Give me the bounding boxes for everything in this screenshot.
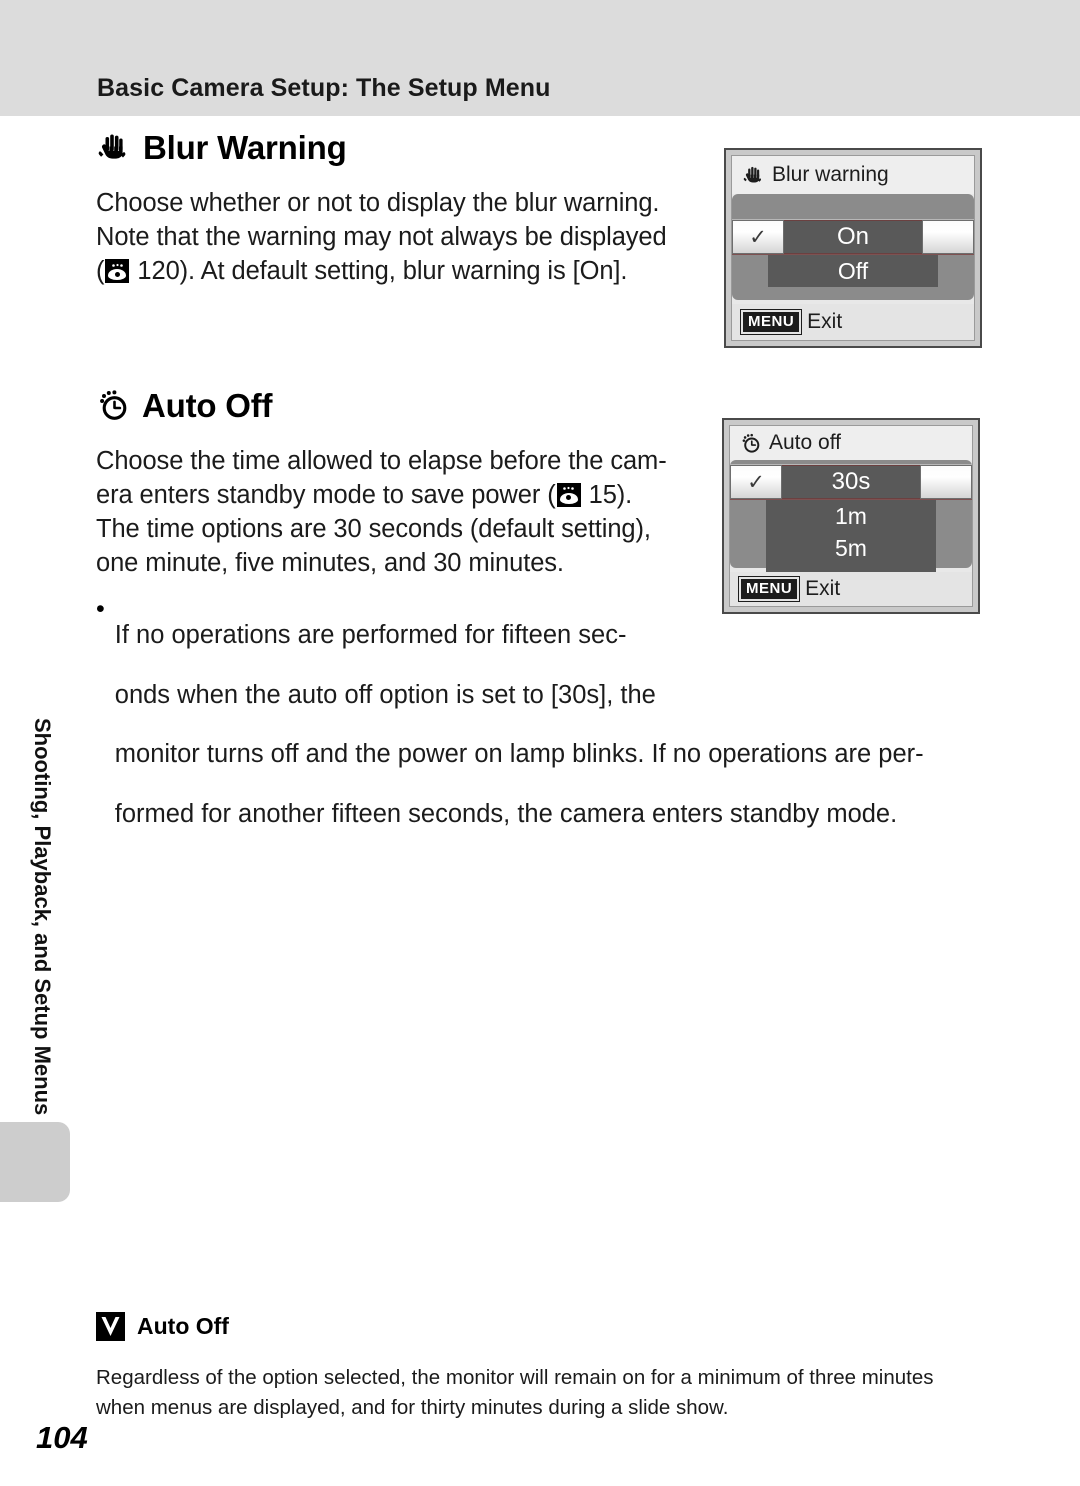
camera-screen-title: Blur warning xyxy=(772,163,889,186)
check-icon: ✓ xyxy=(747,470,765,494)
selection-right-cap xyxy=(920,465,972,499)
ref-open-paren: ( xyxy=(96,257,105,286)
option-label: Off xyxy=(768,255,938,287)
camera-screen-title: Auto off xyxy=(769,431,842,454)
option-label-selected: 30s xyxy=(782,465,920,499)
page-number: 104 xyxy=(36,1420,88,1455)
paragraph-line: Choose whether or not to display the blu… xyxy=(96,189,660,217)
exit-label: Exit xyxy=(805,577,841,600)
auto-off-bullet: • If no operations are performed for fif… xyxy=(96,592,946,856)
bullet-line: If no operations are performed for fifte… xyxy=(114,620,627,649)
bullet-line: formed for another fifteen seconds, the … xyxy=(114,800,898,829)
camera-screen-titlebar: Blur warning xyxy=(732,156,974,194)
blur-warning-paragraph: Choose whether or not to display the blu… xyxy=(96,186,706,289)
option-label: 5m xyxy=(766,532,936,564)
bullet-marker: • xyxy=(96,595,105,624)
camera-screen-blur-warning: Blur warning ✓ On Off MENU Exit xyxy=(724,148,982,348)
camera-screen-options-body: ✓ 30s 1m 5m 30m xyxy=(730,460,972,606)
camera-screen-inner: Auto off ✓ 30s 1m 5m 30m xyxy=(729,425,973,607)
hand-shake-icon xyxy=(96,130,130,164)
paragraph-line: Choose the time allowed to elapse before… xyxy=(96,446,667,475)
camera-screen-auto-off: Auto off ✓ 30s 1m 5m 30m xyxy=(722,418,980,614)
option-row[interactable]: 1m xyxy=(730,500,972,532)
paragraph-line: one minute, five minutes, and 30 minutes… xyxy=(96,549,564,578)
note-title: Auto Off xyxy=(96,1312,986,1341)
option-row[interactable]: Off xyxy=(732,255,974,287)
check-icon: ✓ xyxy=(749,225,767,249)
section-heading-auto-off: Auto Off xyxy=(96,389,986,422)
camera-screen-footer: MENU Exit xyxy=(730,572,972,606)
vertical-section-label: Shooting, Playback, and Setup Menus xyxy=(30,718,55,1116)
paragraph-line-tail: 120). At default setting, blur warning i… xyxy=(137,257,628,286)
option-label-selected: On xyxy=(784,220,922,254)
section-title-text: Auto Off xyxy=(142,386,273,424)
option-row[interactable]: 5m xyxy=(730,532,972,564)
camera-screen-titlebar: Auto off xyxy=(730,426,972,460)
note-title-text: Auto Off xyxy=(137,1313,229,1339)
selection-right-cap xyxy=(922,220,974,254)
eye-reference-icon xyxy=(105,259,130,284)
section-title-text: Blur Warning xyxy=(143,128,347,166)
camera-screen-options-body: ✓ On Off xyxy=(732,194,974,300)
paragraph-line-tail: 15). xyxy=(588,480,633,509)
camera-screen-inner: Blur warning ✓ On Off MENU Exit xyxy=(731,155,975,341)
note-line: Regardless of the option selected, the m… xyxy=(96,1366,934,1389)
option-row-selected[interactable]: ✓ 30s xyxy=(730,464,972,500)
auto-off-paragraph: Choose the time allowed to elapse before… xyxy=(96,444,706,581)
option-label: 1m xyxy=(766,500,936,532)
exit-label: Exit xyxy=(807,310,843,333)
note-body: Regardless of the option selected, the m… xyxy=(96,1363,986,1423)
paragraph-line-with-ref: ( 120). At default setting, blur warning… xyxy=(96,254,706,288)
bullet-text: If no operations are performed for fifte… xyxy=(115,592,946,856)
eye-reference-icon xyxy=(556,482,581,507)
clock-icon xyxy=(96,389,129,422)
menu-button-badge[interactable]: MENU xyxy=(741,310,802,334)
paragraph-line: The time options are 30 seconds (default… xyxy=(96,515,651,544)
caution-check-icon xyxy=(96,1312,125,1341)
hand-shake-icon xyxy=(742,164,764,186)
breadcrumb: Basic Camera Setup: The Setup Menu xyxy=(97,74,551,102)
option-row-selected[interactable]: ✓ On xyxy=(732,219,974,255)
paragraph-line: Note that the warning may not always be … xyxy=(96,223,667,252)
paragraph-line-with-ref: era enters standby mode to save power ( … xyxy=(96,478,706,512)
menu-button-badge[interactable]: MENU xyxy=(739,577,800,601)
clock-icon xyxy=(740,433,761,454)
selection-check-indicator: ✓ xyxy=(732,220,784,254)
camera-screen-footer: MENU Exit xyxy=(732,304,974,340)
bullet-line: monitor turns off and the power on lamp … xyxy=(114,740,924,769)
bullet-line: onds when the auto off option is set to … xyxy=(114,680,656,709)
selection-check-indicator: ✓ xyxy=(730,465,782,499)
paragraph-line-head: era enters standby mode to save power ( xyxy=(96,480,556,509)
note-block-auto-off: Auto Off Regardless of the option select… xyxy=(96,1312,986,1423)
note-line: when menus are displayed, and for thirty… xyxy=(96,1396,729,1419)
